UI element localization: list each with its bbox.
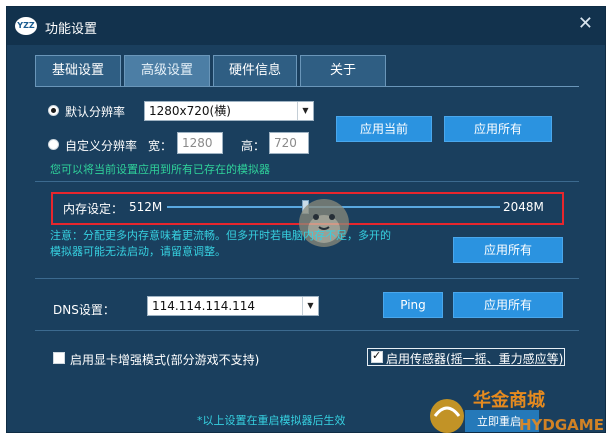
- sensor-label: 启用传感器(摇一摇、重力感应等): [386, 352, 564, 366]
- sensor-checkbox[interactable]: [371, 349, 383, 363]
- restart-now-label: 立即重启: [477, 414, 521, 428]
- divider: [35, 330, 579, 331]
- resolution-select-value: 1280x720(横): [149, 104, 231, 118]
- triangle-down-icon: ▼: [302, 297, 318, 315]
- resolution-select[interactable]: 1280x720(横) ▼: [144, 101, 314, 121]
- width-label: 宽：: [148, 139, 173, 153]
- height-input[interactable]: 720: [269, 132, 309, 154]
- ping-button[interactable]: Ping: [383, 292, 443, 318]
- divider: [35, 181, 579, 182]
- memory-note-line2: 模拟器可能无法启动，请留意调整。: [50, 245, 226, 258]
- triangle-down-icon: ▼: [297, 102, 313, 120]
- memory-label: 内存设定：: [63, 202, 124, 216]
- memory-note-line1: 注意：分配更多内存意味着更流畅。但多开时若电脑内存不足，多开的: [50, 229, 391, 242]
- tab-advanced-settings[interactable]: 高级设置: [124, 55, 210, 87]
- close-icon[interactable]: ✕: [578, 13, 593, 34]
- window-title: 功能设置: [45, 22, 98, 37]
- default-resolution-radio[interactable]: [48, 105, 59, 116]
- dns-label: DNS设置：: [53, 303, 115, 317]
- title-bar: YZZ 功能设置 ✕: [7, 7, 605, 45]
- tab-hardware-info[interactable]: 硬件信息: [213, 55, 297, 87]
- gpu-enhance-checkbox[interactable]: [53, 352, 65, 364]
- settings-window: YZZ 功能设置 ✕ 基础设置 高级设置 硬件信息 关于 默认分辨率 1280x…: [6, 6, 606, 433]
- width-input[interactable]: 1280: [177, 132, 223, 154]
- custom-resolution-radio[interactable]: [48, 139, 59, 150]
- default-resolution-label: 默认分辨率: [65, 105, 126, 119]
- restart-effect-note: *以上设置在重启模拟器后生效: [197, 414, 346, 427]
- apply-all-resolution-button[interactable]: 应用所有: [444, 116, 552, 142]
- apply-all-dns-button[interactable]: 应用所有: [453, 292, 563, 318]
- watermark-title: 华金商城: [473, 389, 545, 411]
- divider: [35, 278, 579, 279]
- resolution-hint: 您可以将当前设置应用到所有已存在的模拟器: [50, 163, 270, 176]
- custom-resolution-label: 自定义分辨率: [65, 139, 138, 153]
- tab-basic-settings[interactable]: 基础设置: [35, 55, 121, 87]
- tab-about[interactable]: 关于: [300, 55, 386, 87]
- memory-max-label: 2048M: [503, 200, 544, 214]
- height-label: 高：: [241, 139, 266, 153]
- site-watermark: 华金商城 立即重启 HYDGAME: [430, 389, 604, 434]
- dns-select[interactable]: 114.114.114.114 ▼: [147, 296, 319, 316]
- watermark-subtitle: HYDGAME: [519, 416, 604, 434]
- memory-min-label: 512M: [129, 200, 163, 214]
- dns-select-value: 114.114.114.114: [152, 299, 256, 313]
- app-logo-icon: YZZ: [15, 17, 37, 35]
- apply-current-button[interactable]: 应用当前: [336, 116, 432, 142]
- gpu-enhance-label: 启用显卡增强模式(部分游戏不支持): [70, 353, 260, 367]
- apply-all-memory-button[interactable]: 应用所有: [453, 237, 563, 263]
